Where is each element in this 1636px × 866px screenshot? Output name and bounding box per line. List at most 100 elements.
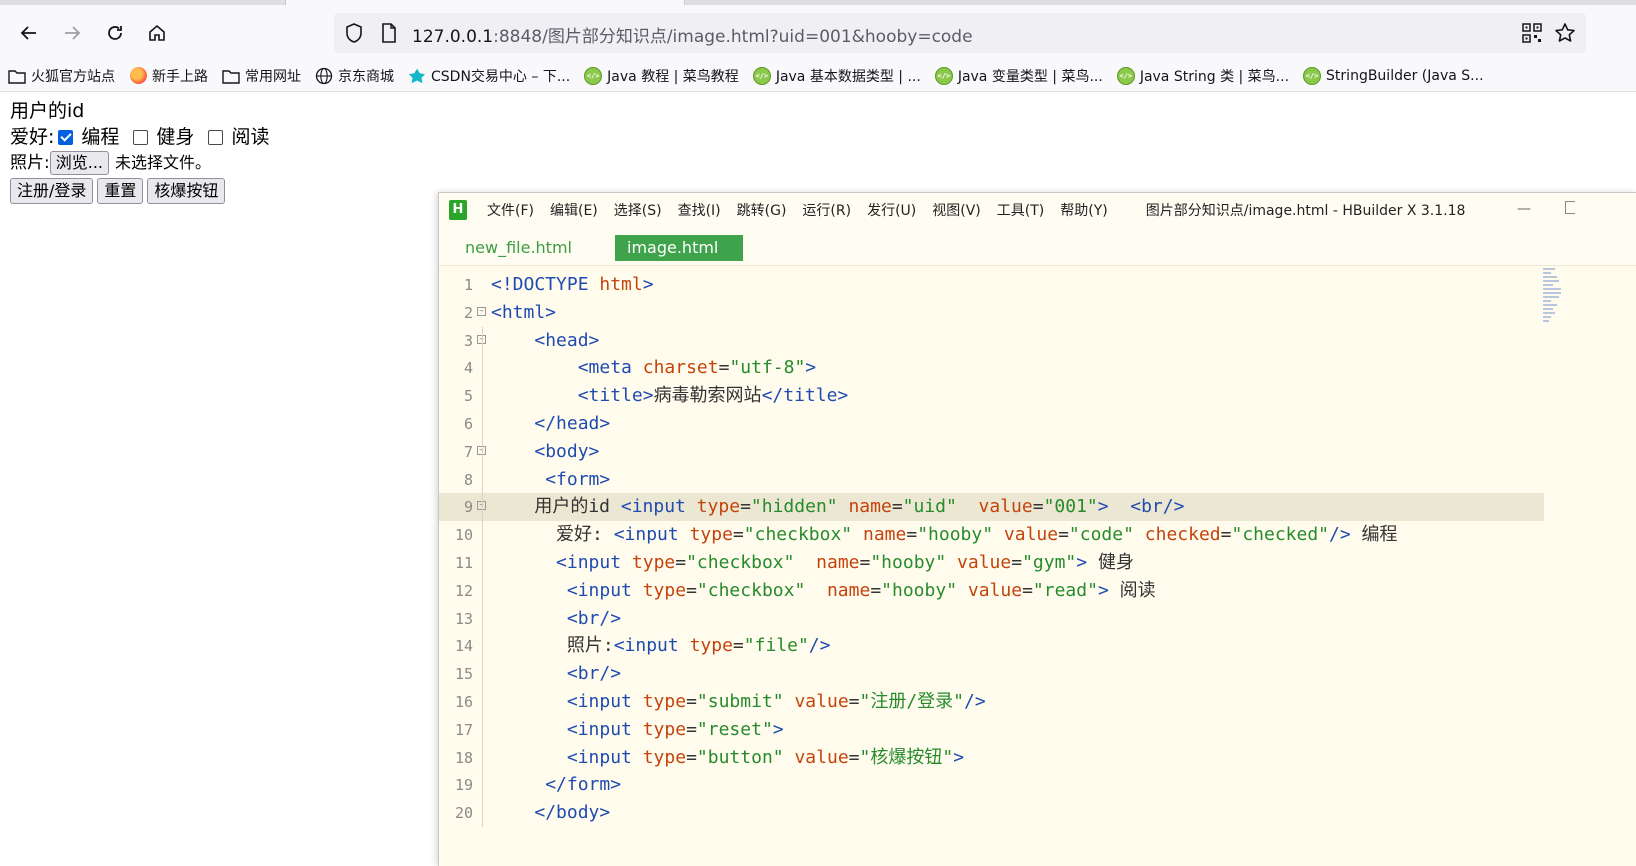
code-line[interactable]: 4 <meta charset="utf-8"> bbox=[439, 354, 1544, 382]
code-token: = bbox=[686, 718, 697, 740]
code-line[interactable]: 16 <input type="submit" value="注册/登录"/> bbox=[439, 688, 1544, 716]
code-line[interactable]: 20 </body> bbox=[439, 799, 1544, 827]
code-token: "hooby" bbox=[870, 552, 958, 573]
code-token: /> bbox=[808, 635, 831, 657]
code-line[interactable]: 6 </head> bbox=[439, 410, 1544, 438]
menu-find[interactable]: 查找(I) bbox=[678, 200, 721, 220]
back-button[interactable] bbox=[13, 17, 45, 49]
code-editor[interactable]: 1<!DOCTYPE html>2−<html>3− <head>4 <meta… bbox=[439, 266, 1636, 866]
code-line[interactable]: 8 <form> bbox=[439, 466, 1544, 494]
home-button[interactable] bbox=[141, 17, 173, 49]
bookmark-item[interactable]: </> StringBuilder (Java S... bbox=[1303, 66, 1484, 85]
runoob-icon: </> bbox=[1303, 66, 1322, 85]
code-line[interactable]: 17 <input type="reset"> bbox=[439, 716, 1544, 744]
shield-icon[interactable] bbox=[344, 22, 364, 44]
code-token: /> bbox=[964, 691, 986, 712]
submit-button[interactable]: 注册/登录 bbox=[10, 178, 94, 204]
no-file-text: 未选择文件。 bbox=[115, 153, 212, 172]
menu-tools[interactable]: 工具(T) bbox=[997, 200, 1044, 220]
menu-select[interactable]: 选择(S) bbox=[614, 200, 662, 220]
line-number: 9 bbox=[463, 498, 473, 517]
maximize-button[interactable] bbox=[1565, 201, 1575, 214]
code-line[interactable]: 13 <br/> bbox=[439, 605, 1544, 633]
code-line[interactable]: 11 <input type="checkbox" name="hooby" v… bbox=[439, 549, 1544, 577]
line-number: 6 bbox=[463, 415, 473, 433]
hobby-checkbox-gym[interactable] bbox=[133, 129, 149, 145]
code-minimap[interactable] bbox=[1543, 266, 1563, 336]
code-token: = bbox=[1058, 524, 1069, 546]
code-token: > bbox=[772, 718, 784, 740]
code-token: value bbox=[978, 496, 1033, 518]
code-line[interactable]: 9− 用户的id <input type="hidden" name="uid"… bbox=[439, 493, 1544, 522]
code-line[interactable]: 12 <input type="checkbox" name="hooby" v… bbox=[439, 577, 1544, 605]
menu-view[interactable]: 视图(V) bbox=[932, 200, 981, 220]
forward-button[interactable] bbox=[56, 17, 88, 49]
code-token: 编程 bbox=[1350, 524, 1398, 546]
code-token: <input bbox=[613, 635, 690, 657]
bookmark-item[interactable]: CSDN交易中心 – 下... bbox=[408, 66, 570, 86]
code-line[interactable]: 19 </form> bbox=[439, 771, 1544, 799]
code-line[interactable]: 3− <head> bbox=[439, 327, 1544, 355]
bookmark-item[interactable]: 新手上路 bbox=[129, 66, 208, 86]
menu-publish[interactable]: 发行(U) bbox=[867, 200, 916, 220]
browse-file-button[interactable]: 浏览... bbox=[49, 151, 109, 175]
code-line[interactable]: 7− <body> bbox=[439, 438, 1544, 466]
code-line[interactable]: 14 照片:<input type="file"/> bbox=[439, 632, 1544, 660]
code-token: = bbox=[870, 579, 882, 601]
bookmark-item[interactable]: 常用网址 bbox=[222, 66, 301, 86]
hobby-checkbox-code[interactable] bbox=[58, 129, 74, 145]
nuke-button[interactable]: 核爆按钮 bbox=[147, 178, 226, 204]
editor-scrollbar[interactable] bbox=[1629, 266, 1636, 866]
page-icon[interactable] bbox=[380, 22, 398, 44]
code-line[interactable]: 1 <!DOCTYPE html> bbox=[439, 271, 1544, 299]
qr-code-icon[interactable] bbox=[1522, 23, 1542, 43]
menu-goto[interactable]: 跳转(G) bbox=[737, 200, 787, 220]
bookmark-item[interactable]: </> Java 变量类型 | 菜鸟... bbox=[934, 66, 1103, 86]
code-line[interactable]: 10 爱好: <input type="checkbox" name="hoob… bbox=[439, 521, 1544, 549]
code-text: <head> bbox=[491, 327, 599, 355]
menu-run[interactable]: 运行(R) bbox=[802, 200, 851, 220]
code-token: "button" bbox=[696, 746, 795, 768]
hobby-checkbox-read[interactable] bbox=[208, 129, 224, 145]
code-line[interactable]: 15 <br/> bbox=[439, 660, 1544, 688]
code-token: <title> bbox=[577, 385, 654, 407]
code-token: type bbox=[631, 552, 676, 573]
reload-button[interactable] bbox=[99, 17, 131, 49]
menu-help[interactable]: 帮助(Y) bbox=[1060, 200, 1107, 220]
code-text: <input type="checkbox" name="hooby" valu… bbox=[491, 549, 1134, 577]
code-line[interactable]: 18 <input type="button" value="核爆按钮"> bbox=[439, 744, 1544, 772]
code-text: </head> bbox=[491, 410, 610, 438]
bookmark-item[interactable]: </> Java String 类 | 菜鸟... bbox=[1116, 66, 1289, 86]
bookmark-item[interactable]: 京东商城 bbox=[315, 66, 394, 86]
url-host: 127.0.0.1 bbox=[412, 27, 494, 47]
url-text[interactable]: 127.0.0.1:8848/图片部分知识点/image.html?uid=00… bbox=[412, 22, 973, 47]
tab-new-file[interactable]: new_file.html bbox=[453, 235, 584, 261]
code-token: "核爆按钮" bbox=[859, 746, 954, 768]
line-number: 20 bbox=[454, 804, 473, 823]
bookmark-star-icon[interactable] bbox=[1554, 22, 1576, 44]
code-line[interactable]: 2− <html> bbox=[439, 299, 1544, 327]
fold-toggle-icon[interactable]: − bbox=[477, 306, 486, 316]
bookmark-label: Java 变量类型 | 菜鸟... bbox=[957, 68, 1103, 85]
line-number: 5 bbox=[463, 387, 473, 406]
tab-image-html[interactable]: image.html bbox=[615, 235, 743, 261]
bookmark-item[interactable]: </> Java 基本数据类型 | ... bbox=[752, 66, 921, 86]
code-token: <meta bbox=[577, 357, 643, 379]
bookmark-item[interactable]: 火狐官方站点 bbox=[8, 66, 115, 86]
reset-button[interactable]: 重置 bbox=[97, 178, 144, 204]
bookmark-item[interactable]: </> Java 教程 | 菜鸟教程 bbox=[584, 66, 739, 86]
minimize-button[interactable]: — bbox=[1517, 201, 1531, 217]
code-line[interactable]: 5 <title>病毒勒索网站</title> bbox=[439, 382, 1544, 410]
menu-file[interactable]: 文件(F) bbox=[487, 200, 534, 220]
bookmark-label: 新手上路 bbox=[152, 68, 208, 85]
address-bar[interactable]: 127.0.0.1:8848/图片部分知识点/image.html?uid=00… bbox=[334, 13, 1586, 53]
code-token: /> bbox=[1329, 524, 1351, 546]
code-token: = bbox=[859, 552, 871, 573]
code-token: <html> bbox=[491, 301, 557, 323]
code-text: <input type="reset"> bbox=[491, 716, 784, 744]
menu-edit[interactable]: 编辑(E) bbox=[550, 200, 598, 220]
code-token: <input bbox=[566, 718, 643, 740]
